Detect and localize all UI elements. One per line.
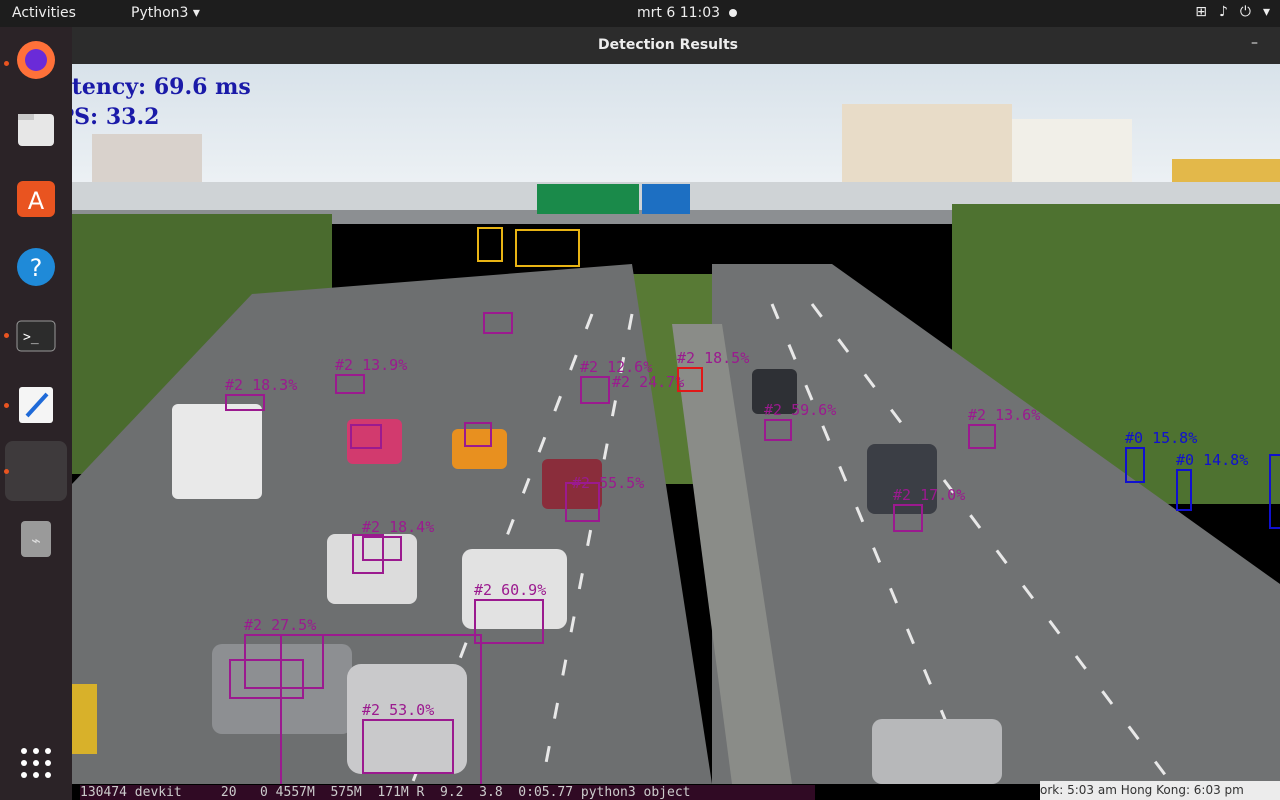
clock[interactable]: mrt 6 11:03	[637, 5, 720, 21]
system-tray[interactable]: ⊞ ♪ ⏻ ▾	[1195, 4, 1270, 20]
svg-text:>_: >_	[23, 330, 39, 345]
running-indicator	[4, 403, 9, 408]
fps-readout: FPS: 33.2	[72, 104, 160, 130]
detection-box	[515, 229, 580, 267]
firefox-icon[interactable]	[13, 37, 59, 83]
terminal-icon[interactable]: >_	[13, 313, 59, 359]
detection-box: #2 18.3%	[225, 376, 297, 411]
detection-box: #0 15.8%	[1125, 429, 1197, 483]
volume-icon: ♪	[1218, 4, 1228, 20]
activities-button[interactable]: Activities	[12, 5, 76, 21]
detection-label: #2 13.6%	[968, 406, 1041, 424]
software-center-icon[interactable]: A	[13, 175, 59, 221]
detection-window: Detection Results – tency: 69.6 ms S: 33…	[72, 27, 1280, 800]
detection-box: #0 14.8%	[1176, 451, 1248, 511]
detection-label: #0 14.8%	[1176, 451, 1249, 469]
detection-label: #2 27.5%	[244, 616, 317, 634]
network-icon: ⊞	[1195, 4, 1207, 20]
svg-text:⌁: ⌁	[31, 531, 41, 550]
usb-drive-icon[interactable]: ⌁	[13, 516, 59, 562]
detection-label: #2 24.7%	[612, 373, 685, 391]
detection-label: #2 13.9%	[335, 356, 408, 374]
detection-label: #2 55.5%	[572, 474, 645, 492]
detection-label: #2 59.6%	[764, 401, 837, 419]
detection-box: #2 17.0%	[893, 486, 965, 532]
help-icon[interactable]: ?	[13, 244, 59, 290]
world-clocks: ork: 5:03 am Hong Kong: 6:03 pm	[1040, 781, 1280, 800]
title-bar[interactable]: Detection Results –	[72, 27, 1280, 64]
detection-box	[350, 424, 382, 449]
detection-box	[477, 227, 503, 262]
detection-label: #2 17.0%	[893, 486, 966, 504]
detection-box: #2 18.5%	[677, 349, 749, 392]
minimize-button[interactable]: –	[1251, 35, 1258, 51]
top-bar: Activities Python3 ▾ mrt 6 11:03 ⊞ ♪ ⏻ ▾	[0, 0, 1280, 27]
window-title: Detection Results	[598, 37, 738, 53]
detection-box	[464, 422, 492, 447]
detection-box: #2 13.9%	[335, 356, 407, 394]
detection-label: #0 15.8%	[1125, 429, 1198, 447]
detection-label: #2 18.3%	[225, 376, 298, 394]
detection-box	[352, 534, 384, 574]
detection-box	[280, 634, 482, 784]
detection-box: #2 13.6%	[968, 406, 1040, 449]
show-apps-icon[interactable]	[13, 740, 59, 786]
detection-label: #2 60.9%	[474, 581, 547, 599]
detection-box	[483, 312, 513, 334]
app-menu[interactable]: Python3 ▾	[131, 5, 200, 21]
files-icon[interactable]	[13, 106, 59, 152]
detection-box: #2 24.7%	[582, 373, 684, 411]
notification-dot	[729, 9, 737, 17]
detection-label: #2 18.5%	[677, 349, 750, 367]
running-indicator	[4, 333, 9, 338]
python-window-icon[interactable]	[5, 441, 67, 501]
detection-box: #2 55.5%	[565, 474, 644, 522]
power-icon: ⏻	[1239, 4, 1251, 20]
video-frame: Latency: 69.6 ms FPS: 33.2 #2 18.3% #2 1…	[72, 64, 1280, 784]
text-editor-icon[interactable]	[13, 382, 59, 428]
chevron-down-icon: ▾	[1262, 4, 1270, 20]
running-indicator	[4, 61, 9, 66]
running-indicator	[4, 469, 9, 474]
terminal-line: 130474 devkit 20 0 4557M 575M 171M R 9.2…	[80, 785, 815, 800]
detection-box	[1269, 454, 1280, 529]
detection-box: #2 60.9%	[474, 581, 546, 644]
svg-text:A: A	[28, 187, 45, 215]
latency-readout: Latency: 69.6 ms	[72, 74, 251, 100]
svg-text:?: ?	[30, 254, 43, 282]
detection-box: #2 59.6%	[764, 401, 836, 441]
dock: A ? >_ ⌁	[0, 27, 72, 800]
